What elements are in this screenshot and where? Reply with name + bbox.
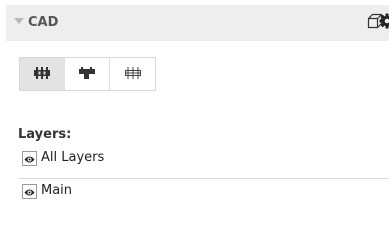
wireframe-icon bbox=[124, 65, 142, 84]
visibility-toggle[interactable] bbox=[22, 151, 37, 166]
assembly-view-button[interactable] bbox=[20, 58, 65, 90]
wireframe-view-button[interactable] bbox=[110, 58, 155, 90]
gear-icon[interactable] bbox=[379, 13, 389, 33]
layers-label: Layers: bbox=[18, 127, 72, 142]
cad-panel: CAD Layers: All Layers Main bbox=[0, 0, 389, 244]
part-view-button[interactable] bbox=[65, 58, 110, 90]
collapse-caret-icon[interactable] bbox=[14, 18, 24, 24]
visibility-toggle[interactable] bbox=[22, 184, 37, 199]
assembly-icon bbox=[33, 65, 51, 84]
layer-name: All Layers bbox=[41, 150, 105, 165]
view-mode-toggle-group bbox=[19, 57, 156, 91]
cad-panel-header[interactable]: CAD bbox=[6, 5, 389, 41]
layer-row-main[interactable]: Main bbox=[18, 178, 389, 205]
eye-icon bbox=[24, 182, 35, 201]
layer-name: Main bbox=[41, 183, 73, 198]
part-icon bbox=[78, 65, 96, 84]
eye-icon bbox=[24, 149, 35, 168]
panel-title: CAD bbox=[28, 15, 59, 30]
layer-row-all-layers[interactable]: All Layers bbox=[18, 146, 389, 172]
